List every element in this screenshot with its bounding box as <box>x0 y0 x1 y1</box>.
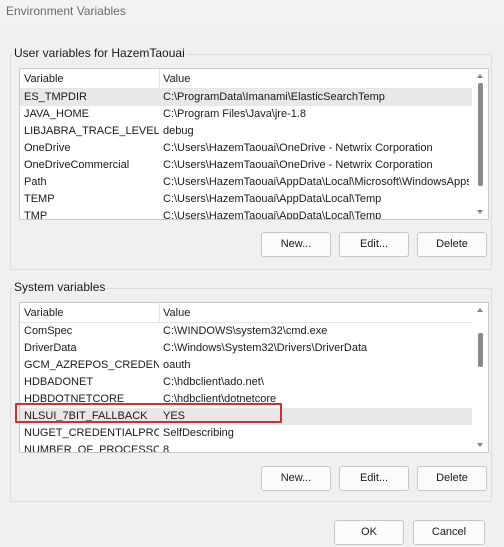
table-row[interactable]: DriverData C:\Windows\System32\Drivers\D… <box>20 340 472 357</box>
table-row[interactable]: OneDriveCommercial C:\Users\HazemTaouai\… <box>20 157 472 174</box>
variable-value: 8 <box>163 444 170 453</box>
variable-name: OneDriveCommercial <box>24 159 130 171</box>
window-title: Environment Variables <box>6 4 126 18</box>
user-delete-button[interactable]: Delete <box>417 232 487 257</box>
variable-name: ES_TMPDIR <box>24 91 87 103</box>
table-row[interactable]: NUMBER_OF_PROCESSORS 8 <box>20 442 472 453</box>
user-variables-label: User variables for HazemTaouai <box>13 46 186 60</box>
variable-name: TEMP <box>24 193 55 205</box>
scroll-thumb[interactable] <box>478 83 483 186</box>
variable-value: C:\Windows\System32\Drivers\DriverData <box>163 342 368 354</box>
variable-value: C:\Users\HazemTaouai\AppData\Local\Temp <box>163 193 382 205</box>
variable-value: oauth <box>163 359 191 371</box>
title-bar: Environment Variables <box>0 0 504 24</box>
system-new-button[interactable]: New... <box>261 466 331 491</box>
table-row[interactable]: HDBDOTNETCORE C:\hdbclient\dotnetcore <box>20 391 472 408</box>
variable-value: SelfDescribing <box>163 427 234 439</box>
scroll-thumb[interactable] <box>478 333 483 367</box>
variable-name: GCM_AZREPOS_CREDENTI... <box>24 359 159 371</box>
variable-value: C:\Program Files\Java\jre-1.8 <box>163 108 307 120</box>
column-header-value[interactable]: Value <box>163 307 190 319</box>
variable-name: HDBADONET <box>24 376 94 388</box>
table-row[interactable]: ComSpec C:\WINDOWS\system32\cmd.exe <box>20 323 472 340</box>
variable-value: C:\hdbclient\ado.net\ <box>163 376 264 388</box>
variable-name: JAVA_HOME <box>24 108 89 120</box>
column-header-variable[interactable]: Variable <box>24 307 64 319</box>
scroll-up-icon[interactable] <box>477 74 483 78</box>
user-edit-button[interactable]: Edit... <box>339 232 409 257</box>
system-variables-label: System variables <box>13 280 107 294</box>
variable-name: HDBDOTNETCORE <box>24 393 125 405</box>
variable-name: TMP <box>24 210 48 220</box>
table-row[interactable]: OneDrive C:\Users\HazemTaouai\OneDrive -… <box>20 140 472 157</box>
variable-value: C:\hdbclient\dotnetcore <box>163 393 277 405</box>
variable-value: C:\Users\HazemTaouai\OneDrive - Netwrix … <box>163 159 433 171</box>
variable-name: Path <box>24 176 47 188</box>
variable-name: ComSpec <box>24 325 73 337</box>
variable-name: DriverData <box>24 342 77 354</box>
list-header: Variable Value <box>20 69 472 89</box>
user-new-button[interactable]: New... <box>261 232 331 257</box>
table-row[interactable]: JAVA_HOME C:\Program Files\Java\jre-1.8 <box>20 106 472 123</box>
table-row[interactable]: Path C:\Users\HazemTaouai\AppData\Local\… <box>20 174 472 191</box>
variable-value: debug <box>163 125 194 137</box>
column-separator[interactable] <box>159 69 160 89</box>
variable-value: C:\Users\HazemTaouai\OneDrive - Netwrix … <box>163 142 433 154</box>
variable-name: OneDrive <box>24 142 71 154</box>
table-row[interactable]: HDBADONET C:\hdbclient\ado.net\ <box>20 374 472 391</box>
ok-button[interactable]: OK <box>334 520 404 545</box>
system-list-scrollbar[interactable] <box>473 303 488 452</box>
table-row[interactable]: TEMP C:\Users\HazemTaouai\AppData\Local\… <box>20 191 472 208</box>
system-variables-list[interactable]: Variable Value ComSpec C:\WINDOWS\system… <box>19 302 489 453</box>
variable-value: C:\Users\HazemTaouai\AppData\Local\Micro… <box>163 176 469 188</box>
column-separator[interactable] <box>159 303 160 323</box>
table-row[interactable]: GCM_AZREPOS_CREDENTI... oauth <box>20 357 472 374</box>
table-row[interactable]: ES_TMPDIR C:\ProgramData\Imanami\Elastic… <box>20 89 472 106</box>
list-header: Variable Value <box>20 303 472 323</box>
table-row[interactable]: NUGET_CREDENTIALPROVI... SelfDescribing <box>20 425 472 442</box>
variable-value: C:\ProgramData\Imanami\ElasticSearchTemp <box>163 91 385 103</box>
variable-name: NLSUI_7BIT_FALLBACK <box>24 410 148 422</box>
user-variables-list[interactable]: Variable Value ES_TMPDIR C:\ProgramData\… <box>19 68 489 220</box>
table-row[interactable]: NLSUI_7BIT_FALLBACK YES <box>20 408 472 425</box>
variable-value: C:\Users\HazemTaouai\AppData\Local\Temp <box>163 210 382 220</box>
variable-value: C:\WINDOWS\system32\cmd.exe <box>163 325 328 337</box>
system-edit-button[interactable]: Edit... <box>339 466 409 491</box>
user-list-scrollbar[interactable] <box>473 69 488 219</box>
variable-name: NUGET_CREDENTIALPROVI... <box>24 427 159 439</box>
scroll-down-icon[interactable] <box>477 210 483 214</box>
scroll-down-icon[interactable] <box>477 443 483 447</box>
variable-value: YES <box>163 410 186 422</box>
scroll-up-icon[interactable] <box>477 308 483 312</box>
cancel-button[interactable]: Cancel <box>413 520 485 545</box>
column-header-value[interactable]: Value <box>163 73 190 85</box>
variable-name: LIBJABRA_TRACE_LEVEL <box>24 125 159 137</box>
table-row[interactable]: LIBJABRA_TRACE_LEVEL debug <box>20 123 472 140</box>
table-row[interactable]: TMP C:\Users\HazemTaouai\AppData\Local\T… <box>20 208 472 220</box>
column-header-variable[interactable]: Variable <box>24 73 64 85</box>
variable-name: NUMBER_OF_PROCESSORS <box>24 444 159 453</box>
system-delete-button[interactable]: Delete <box>417 466 487 491</box>
